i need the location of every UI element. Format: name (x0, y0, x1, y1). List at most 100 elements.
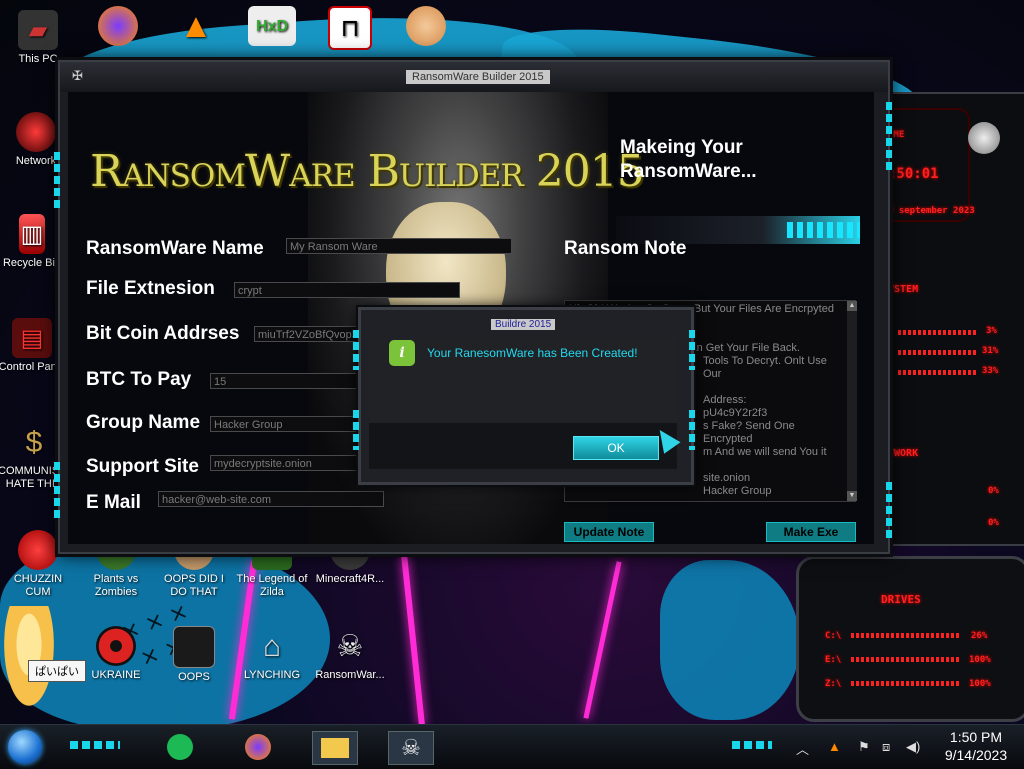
dialog-edge-decoration (689, 410, 695, 450)
start-button[interactable] (8, 730, 42, 764)
taskbar: ☠ ︿ ▲ ⚑ ⧈ ◀) 1:50 PM 9/14/2023 (0, 724, 1024, 769)
gadget-system-title: YSTEM (888, 284, 919, 295)
vlc-icon: ▲ (179, 6, 213, 45)
window-edge-decoration (54, 152, 60, 212)
bitcoin-address-label: Bit Coin Addrses (86, 323, 240, 344)
gadget-time-frame (888, 108, 970, 222)
drive-value: 100% (969, 679, 991, 689)
desktop-icon-label: This PC (18, 53, 58, 65)
flag-icon[interactable]: ⚑ (858, 739, 870, 755)
scroll-up-icon[interactable]: ▲ (847, 301, 857, 311)
file-explorer-icon[interactable] (312, 731, 358, 765)
skull-app-icon[interactable]: ☠ (388, 731, 434, 765)
recycle-bin-icon: ▥ (19, 214, 45, 254)
ransomware-name-field[interactable]: My Ransom Ware (286, 238, 512, 254)
doctor-icon (406, 6, 446, 46)
drive-bar (851, 681, 961, 686)
dialog-message: Your RanesomWare has Been Created! (427, 346, 638, 360)
gadget-network-title: TWORK (888, 448, 919, 459)
show-hidden-icons-icon[interactable]: ︿ (796, 739, 809, 758)
make-exe-button[interactable]: Make Exe (766, 522, 856, 542)
clock-date: 9/14/2023 (944, 747, 1008, 763)
info-icon: i (389, 340, 415, 366)
drive-label: Z:\ (825, 679, 842, 689)
dialog-edge-decoration (353, 410, 359, 450)
app-icon: ✠ (72, 68, 83, 83)
desktop-icon-label: RansomWar... (315, 669, 385, 681)
skull-icon: ☠ (336, 629, 364, 663)
tray-app-icon[interactable]: ▲ (828, 739, 841, 754)
drive-bar (851, 633, 961, 638)
desktop-icon-hxd[interactable]: HxD (236, 6, 308, 49)
file-extension-label: File Extnesion (86, 278, 215, 299)
support-site-label: Support Site (86, 456, 199, 477)
update-note-button[interactable]: Update Note (564, 522, 654, 542)
system-gadget: IME :50:01 4 september 2023 YSTEM 3% 31%… (886, 92, 1024, 546)
desktop-icon-label: LYNCHING (243, 669, 301, 681)
desktop-icon-ransomware[interactable]: ☠ RansomWar... (314, 626, 386, 682)
build-progress-fill (786, 222, 860, 238)
desktop-icon-firefox[interactable] (82, 6, 154, 49)
note-scrollbar[interactable]: ▲ ▼ (847, 301, 857, 501)
gadget-time: :50:01 (888, 166, 939, 182)
desktop-icon-this-pc[interactable]: ▰ This PC (2, 10, 74, 66)
chuzzle-icon (18, 530, 58, 570)
sys-bar (898, 370, 978, 375)
desktop-icon-label: Network (15, 155, 57, 167)
email-field[interactable]: hacker@web-site.com (158, 491, 384, 507)
network-tray-icon[interactable]: ⧈ (882, 739, 890, 755)
build-complete-dialog: Buildre 2015 i Your RanesomWare has Been… (353, 307, 695, 485)
window-edge-decoration (886, 102, 892, 172)
desktop-icon-maze[interactable]: ⊓ (314, 6, 386, 53)
window-edge-decoration (54, 462, 60, 522)
scroll-down-icon[interactable]: ▼ (847, 491, 857, 501)
hxd-icon: HxD (248, 6, 296, 46)
sys-bar (898, 350, 978, 355)
dialog-edge-decoration (689, 330, 695, 370)
taskbar-clock[interactable]: 1:50 PM 9/14/2023 (932, 728, 1020, 764)
gadget-date: 4 september 2023 (888, 206, 975, 216)
sys-value: 33% (982, 366, 999, 376)
drive-label: C:\ (825, 631, 842, 641)
support-site-field[interactable]: mydecryptsite.onion (210, 455, 360, 471)
alienware-logo-icon (968, 122, 1000, 154)
firefox-icon[interactable] (236, 731, 280, 763)
file-extension-field[interactable]: crypt (234, 282, 460, 298)
net-value: 0% (988, 486, 999, 496)
spotify-icon[interactable] (158, 731, 202, 763)
ransomware-name-label: RansomWare Name (86, 238, 264, 259)
clock-time: 1:50 PM (949, 729, 1003, 745)
btc-to-pay-field[interactable]: 15 (210, 373, 360, 389)
drives-title: DRIVES (881, 593, 921, 606)
desktop-icon-oops[interactable]: OOPS (158, 626, 230, 684)
group-name-field[interactable]: Hacker Group (210, 416, 360, 432)
desktop-icon-lynching[interactable]: ⌂ LYNCHING (236, 626, 308, 682)
desktop-icon-vlc[interactable]: ▲ (160, 6, 232, 49)
desktop-icon-label: CHUZZIN CUM (13, 573, 63, 598)
desktop-icon-label: The Legend of Zilda (236, 573, 308, 598)
desktop-icon-label: OOPS DID I DO THAT (164, 573, 224, 598)
sys-value: 3% (986, 326, 997, 336)
money-bag-icon: $ (25, 425, 43, 459)
computer-icon: ▰ (18, 10, 58, 50)
ok-button[interactable]: OK (573, 436, 659, 460)
drive-value: 100% (969, 655, 991, 665)
desktop-icon-ukraine[interactable]: UKRAINE (80, 626, 152, 682)
window-titlebar[interactable]: ✠ RansomWare Builder 2015 (60, 62, 888, 92)
window-title: RansomWare Builder 2015 (406, 70, 550, 84)
desktop-icon-label: Minecraft4R... (315, 573, 385, 585)
desktop-icon-label: UKRAINE (91, 669, 141, 681)
desktop-icon-label: Plants vs Zombies (93, 573, 139, 598)
desktop-icon-doctor[interactable] (390, 6, 462, 49)
bitcoin-address-field[interactable]: miuTrf2VZoBfQvopS (254, 326, 364, 342)
sys-value: 31% (982, 346, 999, 356)
sys-bar (898, 330, 978, 335)
volume-icon[interactable]: ◀) (906, 739, 920, 755)
ransom-note-label: Ransom Note (564, 238, 687, 259)
firefox-icon (98, 6, 138, 46)
tooltip: ぱいぱい (28, 660, 86, 682)
drive-bar (851, 657, 961, 662)
window-edge-decoration (886, 482, 892, 542)
oops-icon (173, 626, 215, 668)
builder-banner: RansomWare Builder 2015 (90, 146, 645, 197)
